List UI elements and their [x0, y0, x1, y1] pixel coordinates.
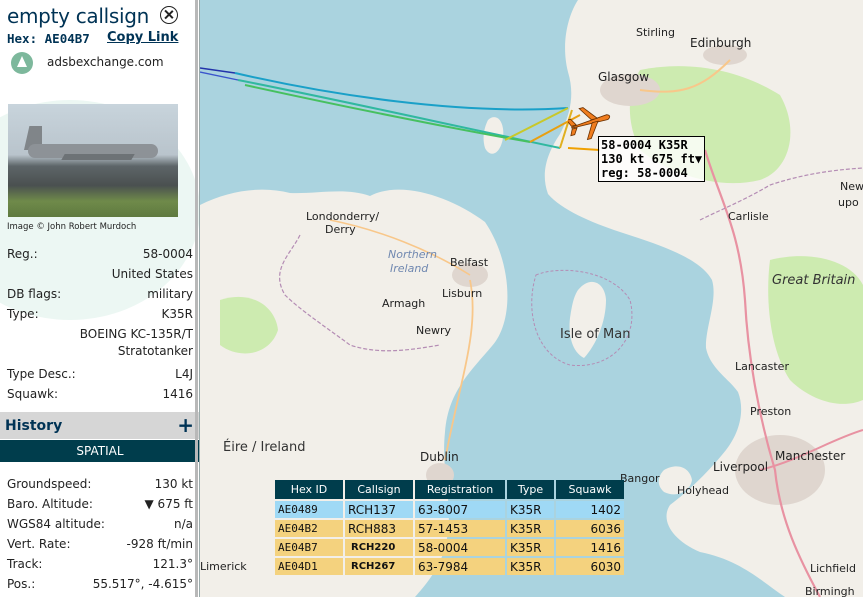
map-label-dublin: Dublin — [420, 450, 459, 464]
spatial-section-header[interactable]: SPATIAL — [0, 440, 199, 462]
map-label-londonderry: Londonderry/ — [306, 210, 380, 223]
map-label-northern-ireland-2: Ireland — [390, 262, 429, 275]
history-label: History — [5, 418, 63, 434]
history-section-toggle[interactable]: History + — [0, 412, 199, 439]
table-header-row: Hex ID Callsign Registration Type Squawk — [275, 480, 624, 499]
cell-callsign: RCH137 — [345, 501, 413, 518]
map-label-newcastle: New — [840, 180, 863, 193]
cell-squawk: 1402 — [556, 501, 624, 518]
cell-type: K35R — [507, 558, 554, 575]
cell-squawk: 6030 — [556, 558, 624, 575]
table-row[interactable]: AE04D1 RCH267 63-7984 K35R 6030 — [275, 558, 624, 575]
cell-registration: 58-0004 — [415, 539, 505, 556]
copy-link-button[interactable]: Copy Link — [107, 30, 178, 45]
column-header-callsign[interactable]: Callsign — [345, 480, 413, 499]
map-label-lichfield: Lichfield — [810, 562, 856, 575]
map-label-newry: Newry — [416, 324, 452, 337]
sidebar-scrollbar[interactable] — [195, 0, 198, 597]
map-label-derry: Derry — [325, 223, 356, 236]
map-label-great-britain: Great Britain — [772, 273, 856, 288]
map-label-glasgow: Glasgow — [598, 70, 650, 84]
map-label-lancaster: Lancaster — [735, 360, 789, 373]
detail-type-name: BOEING KC-135R/T Stratotanker — [79, 327, 193, 358]
map-label-ireland: Éire / Ireland — [223, 440, 306, 455]
cell-hex: AE04B2 — [275, 520, 343, 537]
column-header-type[interactable]: Type — [507, 480, 554, 499]
cell-registration: 63-7984 — [415, 558, 505, 575]
cell-hex: AE04D1 — [275, 558, 343, 575]
cell-registration: 57-1453 — [415, 520, 505, 537]
expand-plus-icon[interactable]: + — [177, 413, 194, 437]
adsbexchange-logo-icon[interactable] — [11, 52, 33, 74]
column-header-registration[interactable]: Registration — [415, 480, 505, 499]
adsbexchange-link[interactable]: adsbexchange.com — [47, 55, 164, 69]
column-header-squawk[interactable]: Squawk — [556, 480, 624, 499]
cell-squawk: 6036 — [556, 520, 624, 537]
close-icon[interactable] — [160, 6, 178, 24]
aircraft-table: Hex ID Callsign Registration Type Squawk… — [273, 478, 626, 577]
aircraft-photo[interactable] — [8, 104, 178, 217]
map-label-belfast: Belfast — [450, 256, 489, 269]
cell-callsign: RCH267 — [345, 558, 413, 575]
aircraft-info-panel: empty callsign Hex: AE04B7 Copy Link ads… — [0, 0, 200, 597]
map-label-holyhead: Holyhead — [677, 484, 730, 497]
map-label-limerick: Limerick — [200, 560, 247, 573]
aircraft-icon[interactable] — [568, 104, 614, 140]
map-label-carlisle: Carlisle — [728, 210, 769, 223]
map-label-stirling: Stirling — [636, 26, 675, 39]
map-label-edinburgh: Edinburgh — [690, 36, 752, 50]
hex-id: Hex: AE04B7 — [7, 31, 90, 46]
map-label-birmingham: Birmingh — [805, 585, 855, 597]
table-row[interactable]: AE04B2 RCH883 57-1453 K35R 6036 — [275, 520, 624, 537]
map-label-newcastle-2: upo — [838, 196, 859, 209]
map-label-northern-ireland: Northern — [388, 248, 438, 261]
column-header-hex-id[interactable]: Hex ID — [275, 480, 343, 499]
map-label-armagh: Armagh — [382, 297, 426, 310]
cell-type: K35R — [507, 539, 554, 556]
map-label-lisburn: Lisburn — [442, 287, 483, 300]
cell-type: K35R — [507, 501, 554, 518]
table-row[interactable]: AE04B7 RCH220 58-0004 K35R 1416 — [275, 539, 624, 556]
table-row[interactable]: AE0489 RCH137 63-8007 K35R 1402 — [275, 501, 624, 518]
cell-callsign: RCH220 — [345, 539, 413, 556]
map-label-isle-of-man: Isle of Man — [560, 327, 631, 342]
photo-credit: Image © John Robert Murdoch — [7, 222, 137, 232]
map-label-manchester: Manchester — [775, 449, 846, 463]
map-label-preston: Preston — [750, 405, 792, 418]
cell-hex: AE04B7 — [275, 539, 343, 556]
cell-type: K35R — [507, 520, 554, 537]
aircraft-map-label[interactable]: 58-0004 K35R 130 kt 675 ft▼ reg: 58-0004 — [598, 136, 706, 182]
cell-hex: AE0489 — [275, 501, 343, 518]
map-label-liverpool: Liverpool — [713, 460, 769, 474]
callsign-title: empty callsign — [7, 4, 150, 28]
cell-squawk: 1416 — [556, 539, 624, 556]
cell-registration: 63-8007 — [415, 501, 505, 518]
cell-callsign: RCH883 — [345, 520, 413, 537]
